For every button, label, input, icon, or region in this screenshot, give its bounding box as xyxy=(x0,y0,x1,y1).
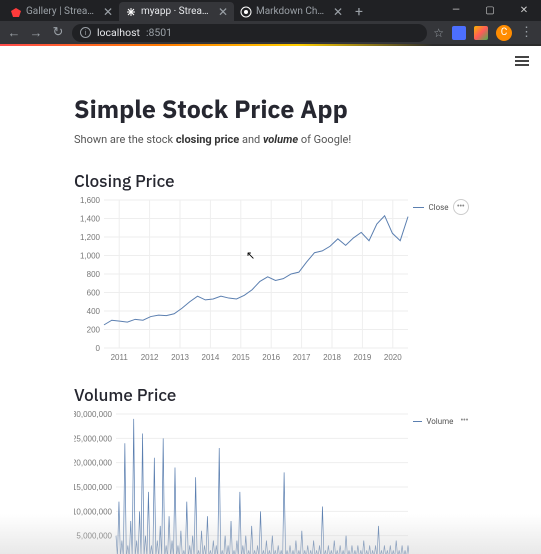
svg-text:800: 800 xyxy=(87,270,101,279)
svg-text:2020: 2020 xyxy=(384,353,402,362)
svg-text:1,200: 1,200 xyxy=(80,233,101,242)
svg-text:2016: 2016 xyxy=(262,353,280,362)
svg-text:1,600: 1,600 xyxy=(80,196,101,205)
browser-tab[interactable]: Gallery | Streamlit — The fastes ✕ xyxy=(4,2,119,21)
tab-favicon xyxy=(240,6,252,18)
url-host: localhost xyxy=(97,26,140,39)
svg-text:1,000: 1,000 xyxy=(80,252,101,261)
svg-text:0: 0 xyxy=(96,344,101,353)
window-minimize-button[interactable]: — xyxy=(439,0,473,20)
tab-label: Gallery | Streamlit — The fastes xyxy=(26,6,99,17)
streamlit-menu-button[interactable] xyxy=(515,56,529,66)
window-maximize-button[interactable]: ▢ xyxy=(473,0,507,20)
extension-icon[interactable] xyxy=(474,26,488,40)
svg-text:2011: 2011 xyxy=(111,353,129,362)
legend-label: Close xyxy=(428,203,448,212)
chart-menu-button[interactable]: ••• xyxy=(453,199,469,215)
tab-close-button[interactable]: ✕ xyxy=(103,5,113,19)
legend-swatch xyxy=(413,207,424,208)
chart-heading-close: Closing Price xyxy=(74,170,471,192)
chart-heading-volume: Volume Price xyxy=(74,384,471,406)
window-close-button[interactable]: ✕ xyxy=(507,0,541,20)
tab-favicon xyxy=(125,6,137,18)
app-viewport: Simple Stock Price App Shown are the sto… xyxy=(0,46,541,554)
tab-close-button[interactable]: ✕ xyxy=(333,5,343,19)
page-title: Simple Stock Price App xyxy=(74,92,471,125)
svg-text:25,000,000: 25,000,000 xyxy=(74,434,113,443)
svg-text:2018: 2018 xyxy=(323,353,341,362)
svg-text:15,000,000: 15,000,000 xyxy=(74,483,113,492)
svg-text:400: 400 xyxy=(87,307,101,316)
svg-text:600: 600 xyxy=(87,289,101,298)
volume-price-chart: 5,000,000 10,000,000 15,000,000 20,000,000 2… xyxy=(74,410,471,554)
browser-tab[interactable]: Markdown Cheatsheet · adam-p ✕ xyxy=(234,2,349,21)
closing-price-chart: 0 200 400 600 800 1,000 1,200 1,400 1,600 2011 201… xyxy=(74,196,471,362)
url-port: :8501 xyxy=(146,26,172,39)
browser-toolbar: ← → ↻ i localhost :8501 ☆ C ⋮ xyxy=(0,21,541,44)
tab-label: Markdown Cheatsheet · adam-p xyxy=(256,6,329,17)
svg-text:5,000,000: 5,000,000 xyxy=(76,532,112,541)
svg-text:2019: 2019 xyxy=(354,353,372,362)
browser-menu-button[interactable]: ⋮ xyxy=(520,25,533,40)
tab-favicon xyxy=(10,6,22,18)
svg-text:2014: 2014 xyxy=(202,353,220,362)
chart-menu-button[interactable]: ••• xyxy=(457,413,471,429)
nav-reload-button[interactable]: ↻ xyxy=(50,25,66,41)
close-chart-svg[interactable]: 0 200 400 600 800 1,000 1,200 1,400 1,600 2011 201… xyxy=(74,196,409,362)
browser-tab[interactable]: myapp · Streamlit ✕ xyxy=(119,2,234,21)
nav-forward-button[interactable]: → xyxy=(28,25,44,41)
svg-text:200: 200 xyxy=(87,326,101,335)
svg-text:20,000,000: 20,000,000 xyxy=(74,459,113,468)
svg-text:2012: 2012 xyxy=(141,353,159,362)
nav-back-button[interactable]: ← xyxy=(6,25,22,41)
svg-text:2015: 2015 xyxy=(232,353,250,362)
svg-text:30,000,000: 30,000,000 xyxy=(74,410,113,419)
svg-text:2017: 2017 xyxy=(293,353,311,362)
svg-text:2013: 2013 xyxy=(171,353,189,362)
svg-text:10,000,000: 10,000,000 xyxy=(74,507,113,516)
volume-chart-svg[interactable]: 5,000,000 10,000,000 15,000,000 20,000,000 2… xyxy=(74,410,409,554)
legend-swatch xyxy=(413,421,422,422)
site-info-icon[interactable]: i xyxy=(80,27,91,38)
svg-text:1,400: 1,400 xyxy=(80,215,101,224)
bookmark-star-icon[interactable]: ☆ xyxy=(433,26,444,40)
tab-close-button[interactable]: ✕ xyxy=(218,5,228,19)
profile-avatar[interactable]: C xyxy=(496,25,512,41)
extension-icon[interactable] xyxy=(452,26,466,40)
page-subtitle: Shown are the stock closing price and vo… xyxy=(74,133,471,146)
tab-label: myapp · Streamlit xyxy=(141,6,214,17)
new-tab-button[interactable]: + xyxy=(349,2,369,21)
address-bar[interactable]: i localhost :8501 xyxy=(72,24,427,42)
legend-label: Volume xyxy=(426,417,453,426)
